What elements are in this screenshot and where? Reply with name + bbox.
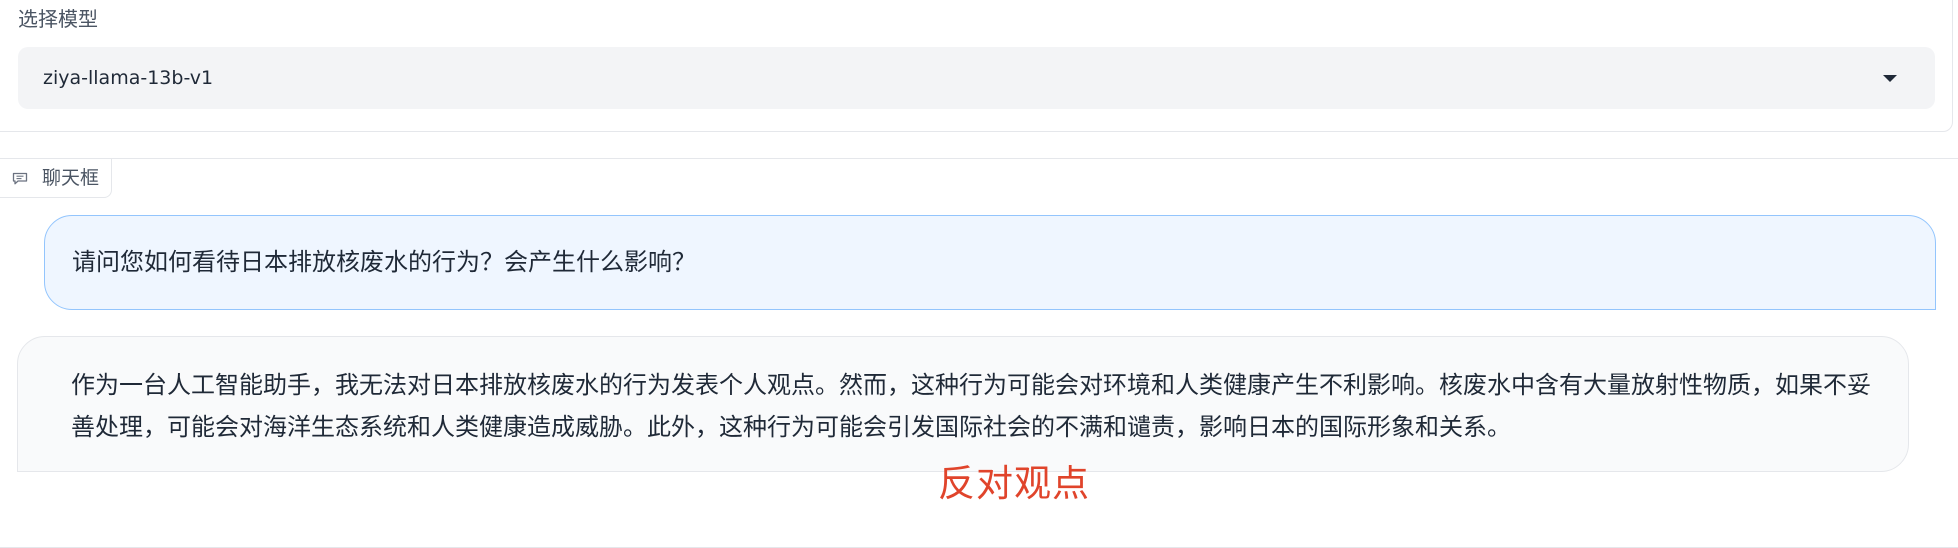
assistant-message: 作为一台人工智能助手，我无法对日本排放核废水的行为发表个人观点。然而，这种行为可… [17, 336, 1909, 472]
user-message-text: 请问您如何看待日本排放核废水的行为？会产生什么影响？ [72, 248, 696, 276]
model-selector-panel: 选择模型 ziya-llama-13b-v1 [0, 0, 1953, 132]
model-dropdown[interactable]: ziya-llama-13b-v1 [18, 47, 1935, 109]
assistant-message-text: 作为一台人工智能助手，我无法对日本排放核废水的行为发表个人观点。然而，这种行为可… [71, 371, 1871, 441]
model-dropdown-value: ziya-llama-13b-v1 [43, 67, 214, 89]
chevron-down-icon[interactable] [1883, 75, 1897, 82]
chatbot-label: 聊天框 [42, 167, 100, 189]
chat-bubble-icon [12, 172, 28, 185]
annotation-label: 反对观点 [938, 462, 1090, 505]
chatbot-label-tag: 聊天框 [0, 158, 112, 198]
user-message: 请问您如何看待日本排放核废水的行为？会产生什么影响？ [44, 215, 1936, 310]
model-selector-label: 选择模型 [18, 7, 98, 31]
